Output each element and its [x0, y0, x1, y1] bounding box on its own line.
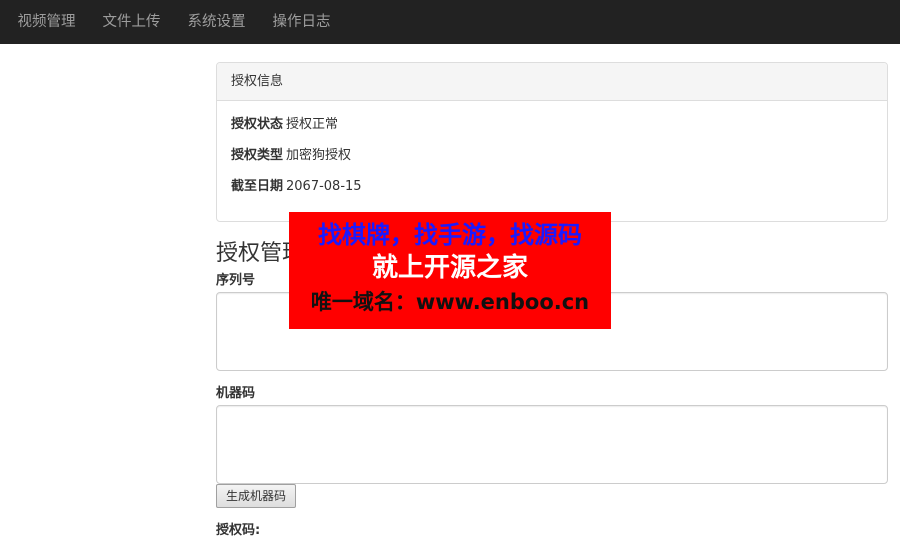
license-info-panel: 授权信息 授权状态 授权正常 授权类型 加密狗授权 截至日期 2067-08-15 [216, 62, 888, 222]
expiry-date-label: 截至日期 [231, 179, 284, 194]
machine-code-textarea[interactable] [216, 405, 888, 484]
generate-machine-code-button[interactable]: 生成机器码 [216, 484, 297, 508]
machine-code-label: 机器码 [216, 386, 256, 401]
nav-item-video-management[interactable]: 视频管理 [4, 0, 89, 44]
nav-item-system-settings[interactable]: 系统设置 [174, 0, 259, 44]
license-status-value: 授权正常 [286, 117, 339, 132]
expiry-date-row: 截至日期 2067-08-15 [231, 177, 873, 208]
license-type-label: 授权类型 [231, 148, 284, 163]
expiry-date-value: 2067-08-15 [286, 179, 362, 194]
watermark-banner: 找棋牌，找手游，找源码 就上开源之家 唯一域名：www.enboo.cn [289, 212, 611, 329]
top-navbar: 视频管理 文件上传 系统设置 操作日志 [0, 0, 900, 44]
license-type-value: 加密狗授权 [286, 148, 352, 163]
license-status-label: 授权状态 [231, 117, 284, 132]
license-info-heading: 授权信息 [217, 63, 887, 101]
nav-item-file-upload[interactable]: 文件上传 [89, 0, 174, 44]
license-type-row: 授权类型 加密狗授权 [231, 146, 873, 177]
watermark-line-3: 唯一域名：www.enboo.cn [310, 290, 590, 314]
license-info-body: 授权状态 授权正常 授权类型 加密狗授权 截至日期 2067-08-15 [217, 101, 887, 208]
watermark-line-1: 找棋牌，找手游，找源码 [318, 221, 582, 249]
watermark-line-2: 就上开源之家 [371, 253, 528, 283]
license-status-row: 授权状态 授权正常 [231, 115, 873, 146]
nav-item-operation-log[interactable]: 操作日志 [259, 0, 344, 44]
auth-code-label: 授权码: [216, 523, 261, 538]
